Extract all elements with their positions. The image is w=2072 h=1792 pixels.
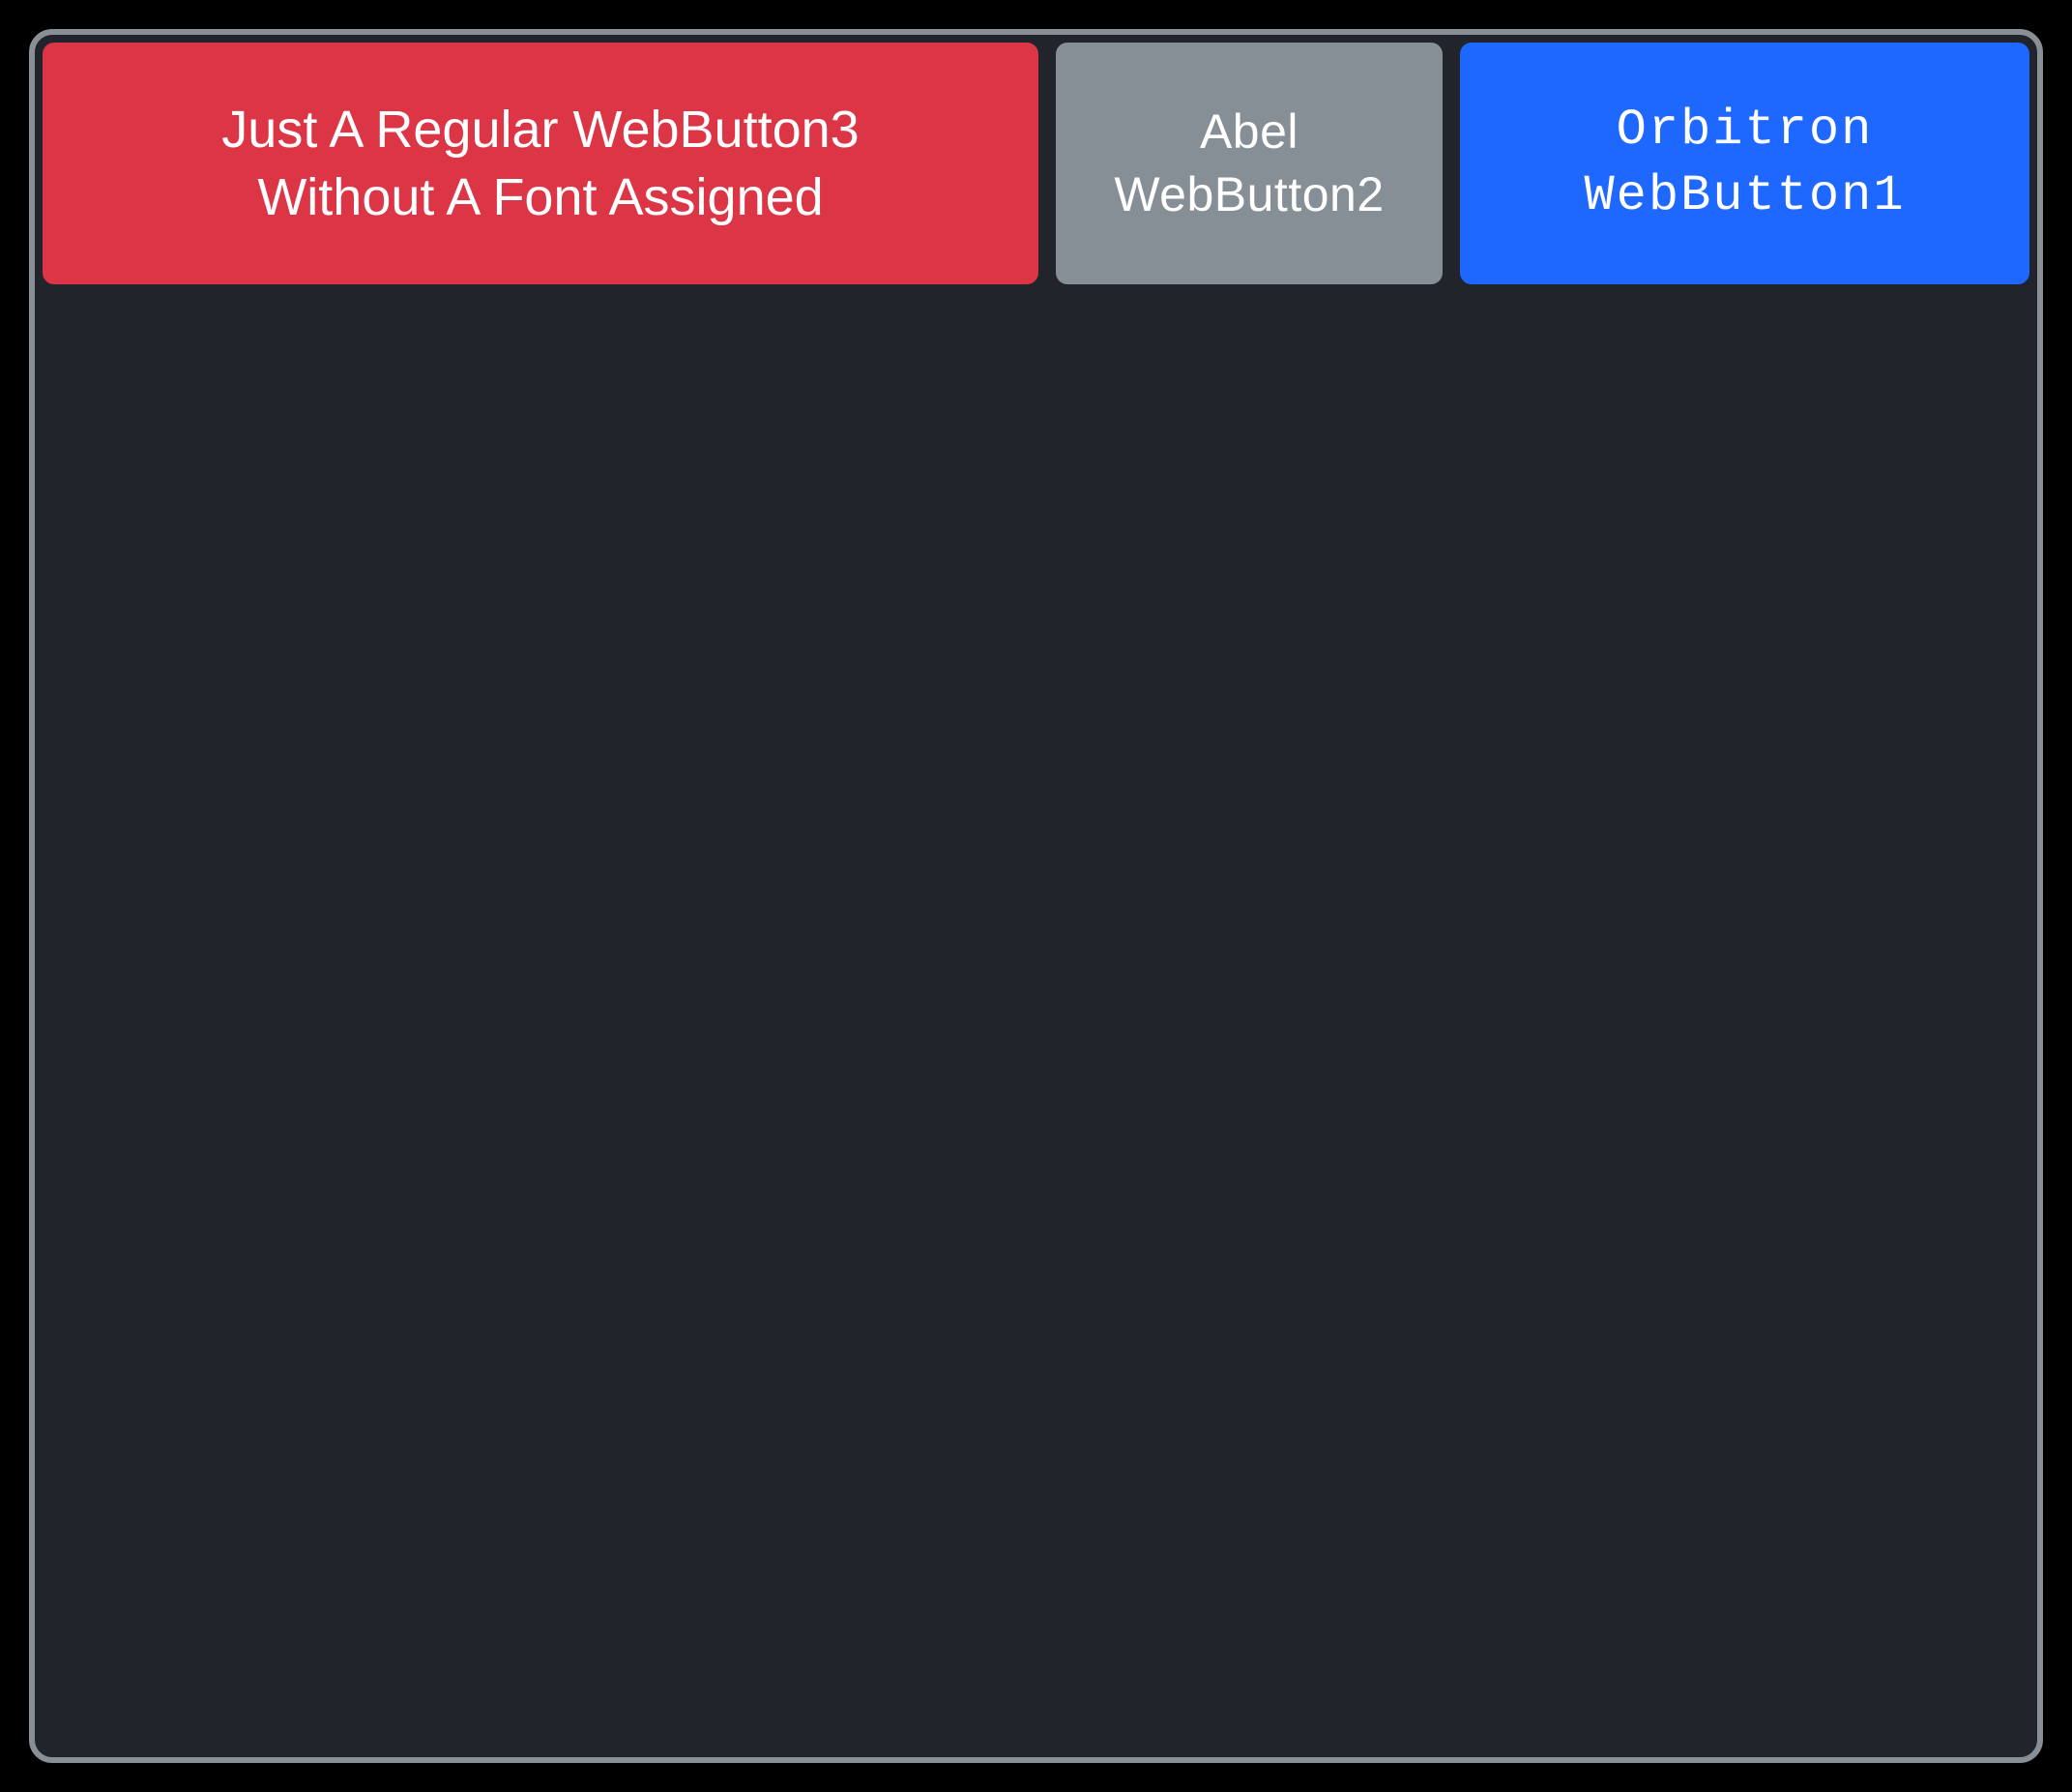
webbutton1-orbitron[interactable]: Orbitron WebButton1 xyxy=(1460,43,2029,284)
webbutton2-abel[interactable]: Abel WebButton2 xyxy=(1056,43,1443,284)
webbutton3-regular[interactable]: Just A Regular WebButton3 Without A Font… xyxy=(43,43,1038,284)
main-panel: Just A Regular WebButton3 Without A Font… xyxy=(29,29,2043,1763)
